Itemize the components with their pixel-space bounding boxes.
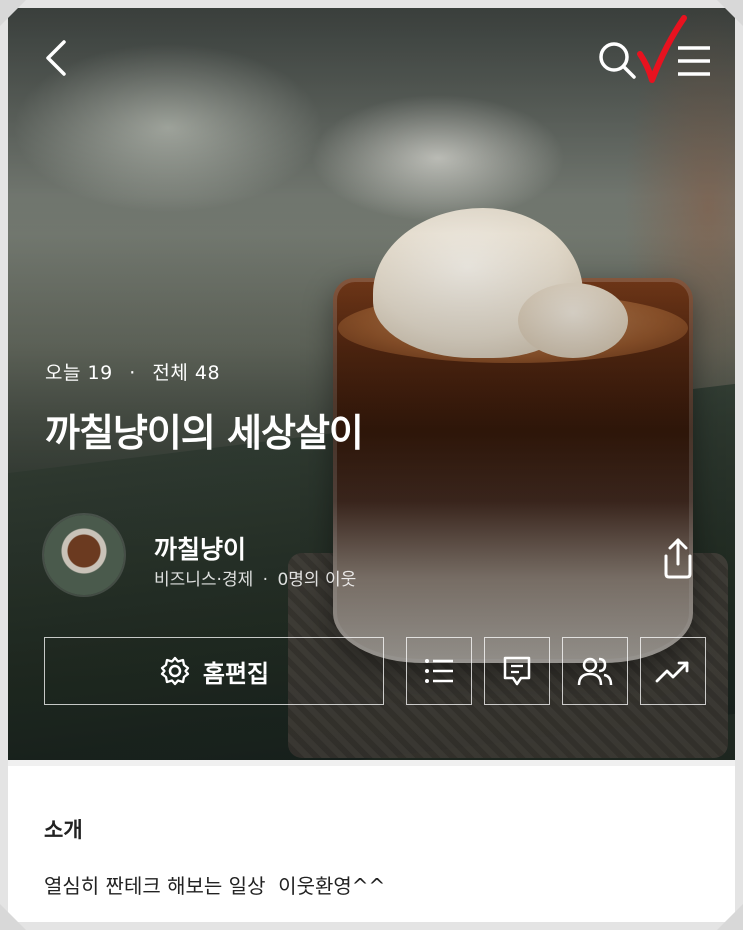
intro-section: 소개 열심히 짠테크 해보는 일상 이웃환영^^ (8, 760, 735, 922)
list-icon (425, 659, 453, 683)
stats-separator: · (129, 362, 136, 384)
neighbors-icon (577, 657, 613, 686)
chevron-left-icon (46, 40, 66, 76)
hamburger-menu-icon (678, 46, 710, 76)
search-icon (599, 42, 636, 79)
search-button[interactable] (596, 38, 640, 82)
share-button[interactable] (658, 536, 698, 580)
comments-button[interactable] (484, 637, 550, 705)
stats-trend-icon (655, 661, 689, 683)
edit-home-label: 홈편집 (202, 659, 270, 688)
blog-home-screen: 오늘 19 · 전체 48 까칠냥이의 세상살이 까칠냥이 비즈니스·경제 · … (8, 8, 735, 922)
meta-separator: · (262, 570, 269, 590)
neighbor-count[interactable]: 0명의 이웃 (277, 570, 356, 590)
total-label: 전체 (152, 362, 189, 384)
share-icon (664, 538, 692, 579)
today-label: 오늘 (45, 362, 81, 384)
today-count: 19 (87, 362, 113, 384)
visitor-stats: 오늘 19 · 전체 48 (45, 358, 220, 385)
statistics-button[interactable] (640, 637, 706, 705)
neighbors-button[interactable] (562, 637, 628, 705)
menu-button[interactable] (672, 40, 712, 80)
gear-icon (160, 656, 190, 686)
blog-title: 까칠냥이의 세상살이 (45, 411, 364, 455)
edit-home-button[interactable]: 홈편집 (44, 637, 384, 705)
intro-text: 열심히 짠테크 해보는 일상 이웃환영^^ (44, 874, 386, 898)
back-button[interactable] (38, 36, 78, 80)
profile-meta: 비즈니스·경제 · 0명의 이웃 (154, 565, 356, 590)
total-count: 48 (194, 362, 221, 384)
avatar[interactable] (44, 515, 124, 595)
blog-category: 비즈니스·경제 (154, 570, 254, 590)
nickname[interactable]: 까칠냥이 (154, 530, 246, 566)
action-buttons: 홈편집 (44, 637, 706, 707)
post-list-button[interactable] (406, 637, 472, 705)
frame-corner (0, 904, 26, 930)
frame-corner (717, 904, 743, 930)
intro-heading: 소개 (44, 818, 83, 842)
top-bar (8, 8, 735, 108)
comment-icon (503, 656, 531, 686)
